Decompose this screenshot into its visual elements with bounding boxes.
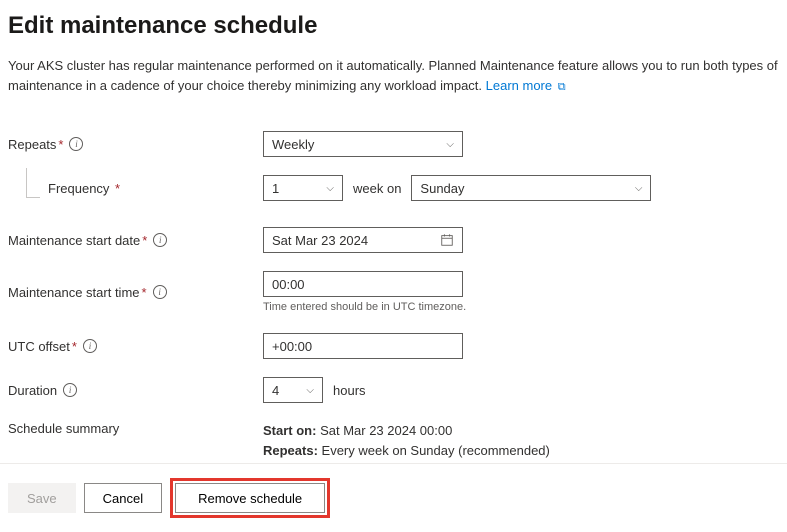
duration-select[interactable]: 4 ⌵ <box>263 377 323 403</box>
info-icon[interactable]: i <box>83 339 97 353</box>
repeats-label: Repeats* i <box>8 137 263 152</box>
summary-label: Schedule summary <box>8 421 263 436</box>
save-button: Save <box>8 483 76 513</box>
tree-line <box>26 168 40 198</box>
hours-text: hours <box>333 383 366 398</box>
chevron-down-icon: ⌵ <box>306 385 314 396</box>
info-icon[interactable]: i <box>69 137 83 151</box>
info-icon[interactable]: i <box>63 383 77 397</box>
info-icon[interactable]: i <box>153 233 167 247</box>
utc-offset-label: UTC offset * i <box>8 339 263 354</box>
description: Your AKS cluster has regular maintenance… <box>8 56 779 95</box>
learn-more-link[interactable]: Learn more ⧉ <box>486 78 566 93</box>
frequency-select[interactable]: 1 ⌵ <box>263 175 343 201</box>
chevron-down-icon: ⌵ <box>635 183 643 194</box>
chevron-down-icon: ⌵ <box>326 183 334 194</box>
day-select[interactable]: Sunday ⌵ <box>411 175 651 201</box>
start-date-label: Maintenance start date * i <box>8 233 263 248</box>
repeats-select[interactable]: Weekly ⌵ <box>263 131 463 157</box>
page-title: Edit maintenance schedule <box>8 12 779 40</box>
start-date-input[interactable]: Sat Mar 23 2024 <box>263 227 463 253</box>
cancel-button[interactable]: Cancel <box>84 483 162 513</box>
chevron-down-icon: ⌵ <box>446 139 454 150</box>
duration-label: Duration i <box>8 383 263 398</box>
week-on-text: week on <box>353 181 401 196</box>
start-time-label: Maintenance start time * i <box>8 285 263 300</box>
footer: Save Cancel Remove schedule <box>0 463 787 532</box>
remove-highlight: Remove schedule <box>170 478 330 518</box>
info-icon[interactable]: i <box>153 285 167 299</box>
frequency-label: Frequency * <box>48 181 263 196</box>
utc-offset-input[interactable]: +00:00 <box>263 333 463 359</box>
start-time-helper: Time entered should be in UTC timezone. <box>263 301 466 313</box>
external-link-icon: ⧉ <box>558 81 566 93</box>
remove-schedule-button[interactable]: Remove schedule <box>175 483 325 513</box>
summary-content: Start on: Sat Mar 23 2024 00:00 Repeats:… <box>263 421 550 460</box>
calendar-icon <box>440 233 454 247</box>
start-time-input[interactable]: 00:00 <box>263 271 463 297</box>
